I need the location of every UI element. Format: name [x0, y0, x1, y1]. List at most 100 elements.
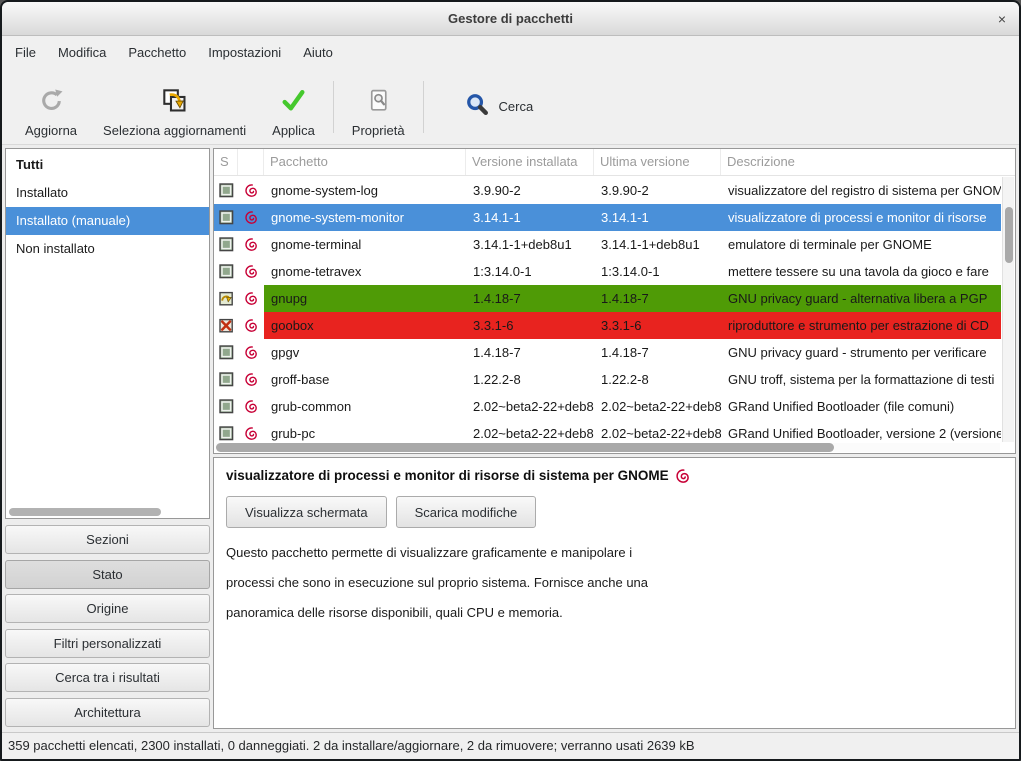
- status-bar-text: 359 pacchetti elencati, 2300 installati,…: [8, 738, 695, 753]
- package-description: GRand Unified Bootloader, versione 2 (ve…: [721, 420, 1001, 443]
- sidebar: Tutti Installato Installato (manuale) No…: [5, 148, 210, 729]
- package-description-text: Questo pacchetto permette di visualizzar…: [226, 538, 1003, 628]
- package-name: gnupg: [264, 285, 466, 312]
- origin-button[interactable]: Origine: [5, 594, 210, 623]
- status-installed-icon: [214, 231, 238, 258]
- column-header-status[interactable]: S: [214, 149, 238, 175]
- installed-version: 1.4.18-7: [466, 285, 594, 312]
- close-icon[interactable]: ×: [998, 2, 1006, 36]
- installed-version: 1.4.18-7: [466, 339, 594, 366]
- package-name: goobox: [264, 312, 466, 339]
- package-name: grub-common: [264, 393, 466, 420]
- package-name: grub-pc: [264, 420, 466, 443]
- sections-button[interactable]: Sezioni: [5, 525, 210, 554]
- filter-list: Tutti Installato Installato (manuale) No…: [5, 148, 210, 519]
- menu-modifica[interactable]: Modifica: [47, 36, 117, 69]
- column-header-latest-version[interactable]: Ultima versione: [594, 149, 721, 175]
- properties-button[interactable]: Proprietà: [339, 76, 418, 138]
- table-row-selected[interactable]: gnome-system-monitor 3.14.1-1 3.14.1-1 v…: [214, 204, 1001, 231]
- latest-version: 1:3.14.0-1: [594, 258, 721, 285]
- status-installed-icon: [214, 366, 238, 393]
- package-details-panel: visualizzatore di processi e monitor di …: [213, 457, 1016, 729]
- latest-version: 1.4.18-7: [594, 339, 721, 366]
- search-results-button[interactable]: Cerca tra i risultati: [5, 663, 210, 692]
- installed-version: 3.3.1-6: [466, 312, 594, 339]
- table-row[interactable]: grub-pc 2.02~beta2-22+deb8u1 2.02~beta2-…: [214, 420, 1001, 443]
- table-row[interactable]: grub-common 2.02~beta2-22+deb8u1 2.02~be…: [214, 393, 1001, 420]
- status-installed-icon: [214, 393, 238, 420]
- toolbar: Aggiorna Seleziona aggiornamenti Applica…: [2, 69, 1019, 145]
- package-description: visualizzatore di processi e monitor di …: [721, 204, 1001, 231]
- column-header-origin[interactable]: [238, 149, 264, 175]
- installed-version: 2.02~beta2-22+deb8u1: [466, 420, 594, 443]
- status-installed-icon: [214, 339, 238, 366]
- table-row[interactable]: groff-base 1.22.2-8 1.22.2-8 GNU troff, …: [214, 366, 1001, 393]
- filter-item-tutti[interactable]: Tutti: [6, 151, 209, 179]
- description-line: panoramica delle risorse disponibili, qu…: [226, 598, 1003, 628]
- filter-item-installato-manuale[interactable]: Installato (manuale): [6, 207, 209, 235]
- mark-all-upgrades-label: Seleziona aggiornamenti: [103, 123, 246, 138]
- table-header: S Pacchetto Versione installata Ultima v…: [214, 149, 1015, 176]
- mark-all-upgrades-button[interactable]: Seleziona aggiornamenti: [90, 76, 259, 138]
- search-button[interactable]: Cerca: [455, 86, 544, 128]
- filter-list-horizontal-scrollbar[interactable]: [9, 508, 206, 516]
- latest-version: 3.14.1-1: [594, 204, 721, 231]
- latest-version: 1.4.18-7: [594, 285, 721, 312]
- menu-pacchetto[interactable]: Pacchetto: [117, 36, 197, 69]
- table-row[interactable]: gnome-tetravex 1:3.14.0-1 1:3.14.0-1 met…: [214, 258, 1001, 285]
- title-bar[interactable]: Gestore di pacchetti ×: [2, 2, 1019, 36]
- scrollbar-thumb[interactable]: [9, 508, 161, 516]
- package-name: gpgv: [264, 339, 466, 366]
- latest-version: 2.02~beta2-22+deb8u1: [594, 420, 721, 443]
- main-area: Tutti Installato Installato (manuale) No…: [2, 145, 1019, 732]
- reload-button-label: Aggiorna: [25, 123, 77, 138]
- get-changelog-button[interactable]: Scarica modifiche: [396, 496, 537, 528]
- vertical-scrollbar[interactable]: [1002, 177, 1014, 442]
- package-description: mettere tessere su una tavola da gioco e…: [721, 258, 1001, 285]
- table-row[interactable]: gnome-terminal 3.14.1-1+deb8u1 3.14.1-1+…: [214, 231, 1001, 258]
- synaptic-window: Gestore di pacchetti × File Modifica Pac…: [0, 0, 1021, 761]
- table-body: gnome-system-log 3.9.90-2 3.9.90-2 visua…: [214, 177, 1001, 443]
- filter-item-installato[interactable]: Installato: [6, 179, 209, 207]
- package-description: riproduttore e strumento per estrazione …: [721, 312, 1001, 339]
- latest-version: 3.14.1-1+deb8u1: [594, 231, 721, 258]
- table-row[interactable]: gnome-system-log 3.9.90-2 3.9.90-2 visua…: [214, 177, 1001, 204]
- menu-file[interactable]: File: [4, 36, 47, 69]
- column-header-description[interactable]: Descrizione: [721, 149, 1001, 175]
- menu-bar: File Modifica Pacchetto Impostazioni Aiu…: [2, 36, 1019, 69]
- apply-button-label: Applica: [272, 123, 315, 138]
- toolbar-separator: [333, 81, 334, 133]
- status-button[interactable]: Stato: [5, 560, 210, 589]
- filter-item-non-installato[interactable]: Non installato: [6, 235, 209, 263]
- installed-version: 2.02~beta2-22+deb8u1: [466, 393, 594, 420]
- column-header-package[interactable]: Pacchetto: [264, 149, 466, 175]
- package-description: GNU privacy guard - alternativa libera a…: [721, 285, 1001, 312]
- package-description: GRand Unified Bootloader (file comuni): [721, 393, 1001, 420]
- column-header-installed-version[interactable]: Versione installata: [466, 149, 594, 175]
- table-row[interactable]: gpgv 1.4.18-7 1.4.18-7 GNU privacy guard…: [214, 339, 1001, 366]
- menu-impostazioni[interactable]: Impostazioni: [197, 36, 292, 69]
- debian-swirl-icon: [238, 258, 264, 285]
- view-switch-buttons: Sezioni Stato Origine Filtri personalizz…: [5, 525, 210, 727]
- window-title: Gestore di pacchetti: [448, 11, 573, 26]
- status-installed-icon: [214, 420, 238, 443]
- debian-swirl-icon: [238, 285, 264, 312]
- scrollbar-thumb[interactable]: [216, 443, 834, 452]
- package-description: emulatore di terminale per GNOME: [721, 231, 1001, 258]
- horizontal-scrollbar[interactable]: [216, 443, 1000, 452]
- apply-button[interactable]: Applica: [259, 76, 328, 138]
- scrollbar-thumb[interactable]: [1005, 207, 1013, 263]
- table-row-marked-upgrade[interactable]: gnupg 1.4.18-7 1.4.18-7 GNU privacy guar…: [214, 285, 1001, 312]
- debian-swirl-icon: [238, 312, 264, 339]
- architecture-button[interactable]: Architettura: [5, 698, 210, 727]
- debian-swirl-icon: [238, 339, 264, 366]
- table-row-marked-removal[interactable]: goobox 3.3.1-6 3.3.1-6 riproduttore e st…: [214, 312, 1001, 339]
- installed-version: 3.9.90-2: [466, 177, 594, 204]
- debian-swirl-icon: [238, 420, 264, 443]
- custom-filters-button[interactable]: Filtri personalizzati: [5, 629, 210, 658]
- latest-version: 2.02~beta2-22+deb8u1: [594, 393, 721, 420]
- menu-aiuto[interactable]: Aiuto: [292, 36, 344, 69]
- get-screenshot-button[interactable]: Visualizza schermata: [226, 496, 387, 528]
- reload-button[interactable]: Aggiorna: [12, 76, 90, 138]
- debian-swirl-icon: [238, 177, 264, 204]
